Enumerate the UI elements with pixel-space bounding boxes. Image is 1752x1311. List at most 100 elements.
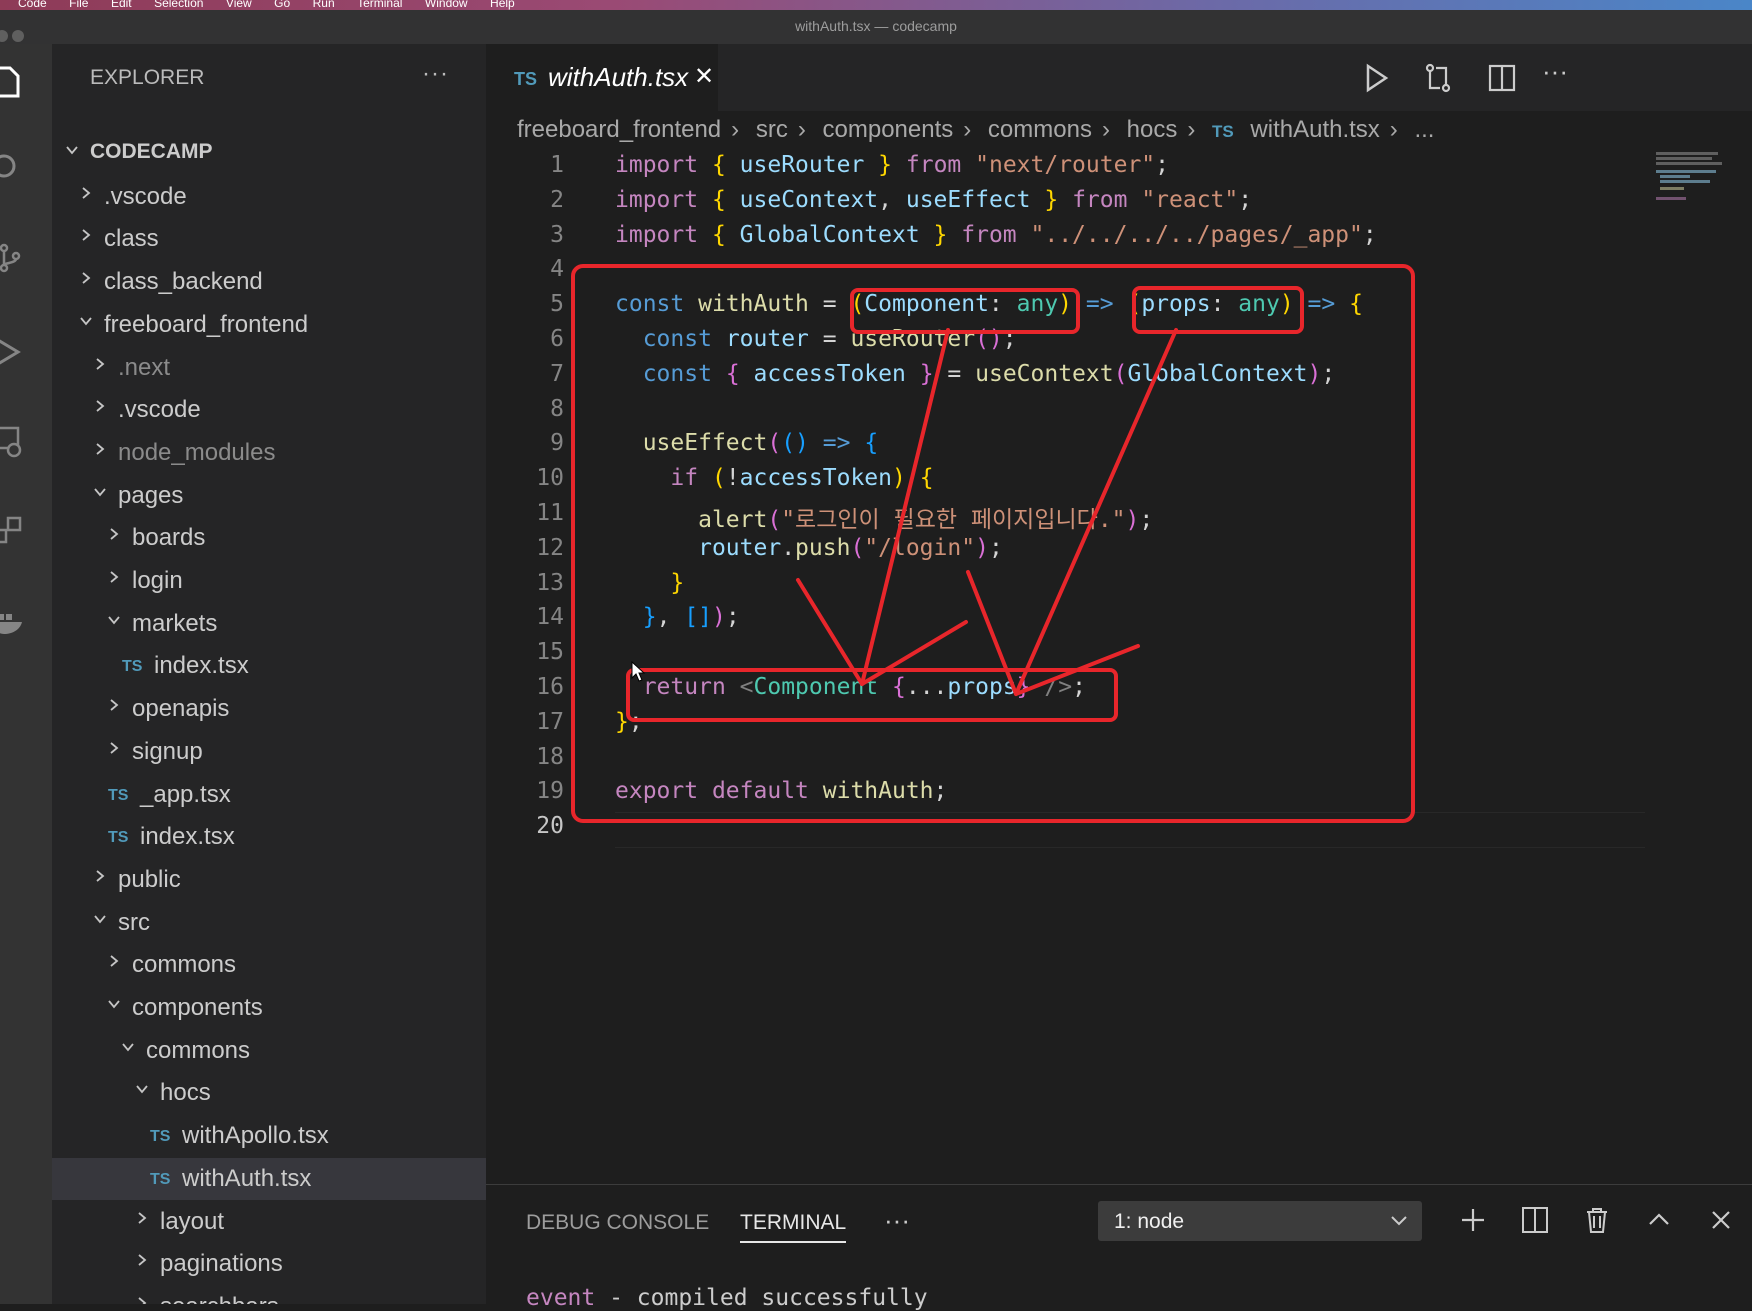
tree-folder-item[interactable]: class_backend — [52, 261, 486, 303]
code-line[interactable]: 2 import { useContext, useEffect } from "… — [486, 187, 1686, 221]
breadcrumb-item[interactable]: freeboard_frontend — [517, 116, 721, 143]
code-line[interactable]: 1 import { useRouter } from "next/router"… — [486, 152, 1686, 186]
code-line[interactable]: 8 — [486, 396, 1686, 430]
run-file-icon[interactable] — [1358, 60, 1394, 96]
code-line[interactable]: 14 }, []); — [486, 604, 1686, 638]
menu-item-go[interactable]: Go — [274, 0, 290, 10]
line-number: 5 — [550, 291, 564, 318]
breadcrumb-item[interactable]: hocs — [1127, 116, 1178, 143]
tree-item-label: markets — [132, 609, 218, 637]
code-line[interactable]: 4 — [486, 256, 1686, 290]
terminal-output[interactable]: event - compiled successfully — [526, 1285, 928, 1311]
menu-item-file[interactable]: File — [69, 0, 88, 10]
split-terminal-icon[interactable] — [1520, 1205, 1550, 1235]
tree-folder-item[interactable]: CODECAMP — [52, 133, 486, 175]
panel-more-icon[interactable]: ··· — [884, 1205, 910, 1236]
tree-folder-item[interactable]: openapis — [52, 688, 486, 730]
code-line[interactable]: 13 } — [486, 570, 1686, 604]
menu-item-terminal[interactable]: Terminal — [357, 0, 402, 10]
tree-folder-item[interactable]: paginations — [52, 1243, 486, 1285]
tree-folder-item[interactable]: .vscode — [52, 176, 486, 218]
tree-folder-item[interactable]: searchbars — [52, 1286, 486, 1304]
maximize-panel-icon[interactable] — [1644, 1205, 1674, 1235]
tab-withauth[interactable]: TS withAuth.tsx ✕ — [486, 44, 718, 111]
tree-file-item[interactable]: TS index.tsx — [52, 645, 486, 687]
minimap[interactable] — [1656, 152, 1726, 202]
tree-folder-item[interactable]: layout — [52, 1201, 486, 1243]
docker-icon[interactable] — [0, 604, 26, 640]
tree-item-label: openapis — [132, 695, 230, 723]
breadcrumb-item[interactable]: commons — [988, 116, 1092, 143]
line-number: 9 — [550, 430, 564, 457]
tree-folder-item[interactable]: node_modules — [52, 432, 486, 474]
menu-item-run[interactable]: Run — [313, 0, 335, 10]
chevron-right-icon — [110, 528, 119, 540]
menu-item-code[interactable]: Code — [18, 0, 47, 10]
tree-folder-item[interactable]: markets — [52, 603, 486, 645]
close-panel-icon[interactable] — [1706, 1205, 1736, 1235]
breadcrumb-item[interactable]: components — [823, 116, 954, 143]
breadcrumb-item[interactable]: ... — [1414, 116, 1434, 143]
tree-file-item[interactable]: TS withAuth.tsx — [52, 1157, 486, 1200]
line-number: 20 — [536, 813, 564, 840]
tree-folder-item[interactable]: pages — [52, 475, 486, 517]
tree-folder-item[interactable]: commons — [52, 944, 486, 986]
code-line[interactable]: 16 return <Component {...props} />; — [486, 674, 1686, 708]
terminal-select[interactable]: 1: node — [1098, 1201, 1422, 1241]
remote-explorer-icon[interactable] — [0, 424, 26, 460]
explorer-icon[interactable] — [0, 64, 26, 100]
chevron-down-icon — [1391, 1216, 1407, 1226]
breadcrumb-item[interactable]: src — [756, 116, 788, 143]
run-debug-icon[interactable] — [0, 334, 26, 370]
menu-item-edit[interactable]: Edit — [111, 0, 132, 10]
chevron-right-icon — [138, 1211, 147, 1224]
open-changes-icon[interactable] — [1420, 60, 1456, 96]
search-icon[interactable] — [0, 148, 26, 184]
tab-debug-console[interactable]: DEBUG CONSOLE — [526, 1211, 709, 1235]
explorer-more-actions-icon[interactable]: ··· — [422, 60, 449, 88]
new-terminal-icon[interactable] — [1458, 1205, 1488, 1235]
code-line[interactable]: 3 import { GlobalContext } from "../../..… — [486, 222, 1686, 256]
menu-item-view[interactable]: View — [226, 0, 252, 10]
tree-folder-item[interactable]: hocs — [52, 1072, 486, 1114]
tree-folder-item[interactable]: signup — [52, 731, 486, 773]
tree-folder-item[interactable]: boards — [52, 517, 486, 559]
breadcrumb-item[interactable]: withAuth.tsx — [1250, 116, 1379, 143]
tab-terminal[interactable]: TERMINAL — [740, 1211, 847, 1243]
code-line[interactable]: 17}; — [486, 709, 1686, 743]
tree-folder-item[interactable]: commons — [52, 1030, 486, 1072]
close-tab-icon[interactable]: ✕ — [694, 62, 714, 91]
tree-file-item[interactable]: TS _app.tsx — [52, 774, 486, 816]
menu-item-selection[interactable]: Selection — [154, 0, 203, 10]
code-line[interactable]: 7 const { accessToken } = useContext(Glo… — [486, 361, 1686, 395]
code-line[interactable]: 6 const router = useRouter(); — [486, 326, 1686, 360]
code-line[interactable]: 9 useEffect(() => { — [486, 430, 1686, 464]
tree-item-label: index.tsx — [154, 652, 249, 680]
tree-folder-item[interactable]: components — [52, 987, 486, 1029]
menu-item-window[interactable]: Window — [425, 0, 468, 10]
editor-more-actions-icon[interactable]: ··· — [1542, 56, 1578, 92]
code-line[interactable]: 12 router.push("/login"); — [486, 535, 1686, 569]
tree-folder-item[interactable]: .vscode — [52, 389, 486, 431]
code-line[interactable]: 10 if (!accessToken) { — [486, 465, 1686, 499]
tree-file-item[interactable]: TS index.tsx — [52, 816, 486, 858]
trash-icon[interactable] — [1582, 1205, 1612, 1235]
split-editor-icon[interactable] — [1484, 60, 1520, 96]
chevron-right-icon — [110, 955, 119, 967]
tree-folder-item[interactable]: public — [52, 859, 486, 901]
code-line[interactable]: 19 export default withAuth; — [486, 778, 1686, 812]
tree-folder-item[interactable]: freeboard_frontend — [52, 304, 486, 346]
tree-file-item[interactable]: TS withApollo.tsx — [52, 1115, 486, 1157]
tree-folder-item[interactable]: src — [52, 902, 486, 944]
tree-folder-item[interactable]: login — [52, 560, 486, 602]
menu-item-help[interactable]: Help — [490, 0, 515, 10]
code-line[interactable]: 18 — [486, 744, 1686, 778]
code-line[interactable]: 11 alert("로그인이 필요한 페이지입니다."); — [486, 500, 1686, 534]
code-line[interactable]: 5 const withAuth = (Component: any) => (p… — [486, 291, 1686, 325]
code-line[interactable]: 15 — [486, 639, 1686, 673]
tree-folder-item[interactable]: class — [52, 218, 486, 260]
extensions-icon[interactable] — [0, 514, 26, 550]
tree-folder-item[interactable]: .next — [52, 347, 486, 389]
activity-bar — [0, 44, 52, 1304]
source-control-icon[interactable] — [0, 240, 26, 276]
